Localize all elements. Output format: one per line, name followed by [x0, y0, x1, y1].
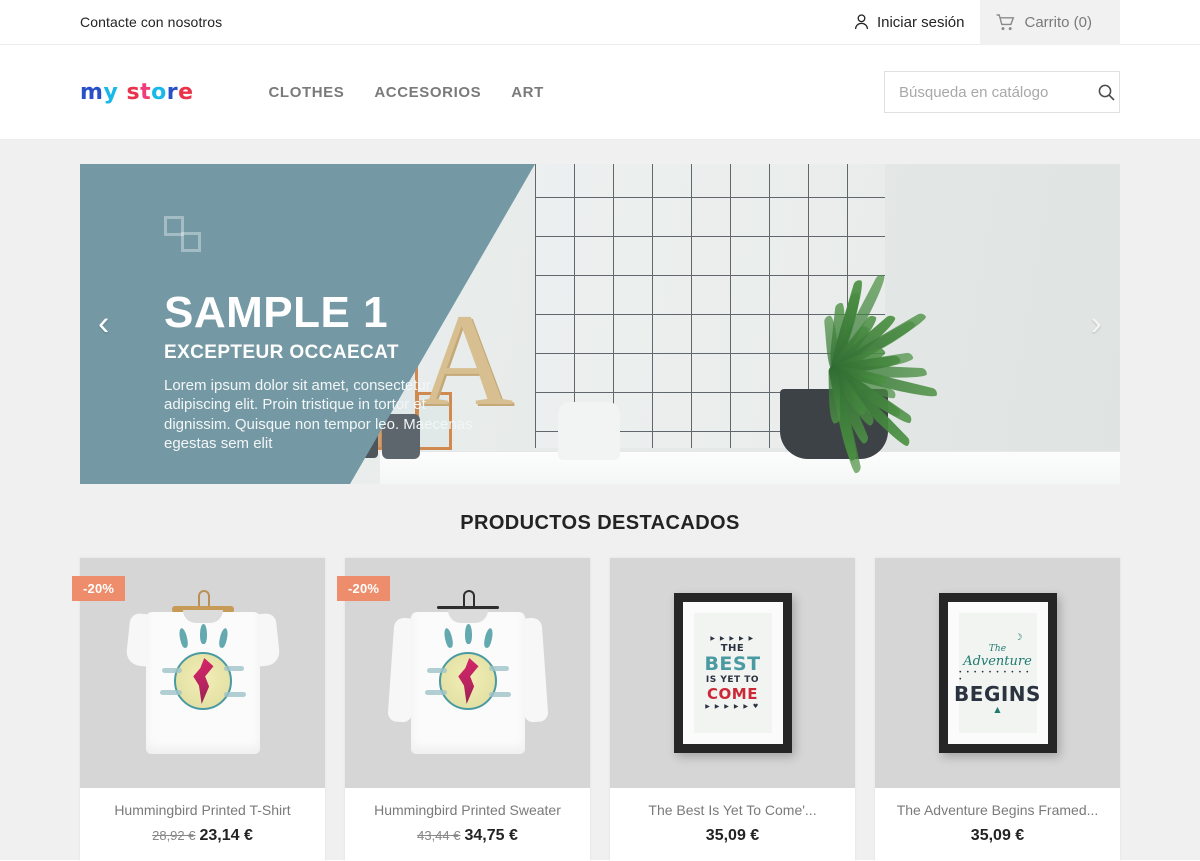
user-icon — [854, 14, 869, 30]
cloud-shape — [488, 692, 511, 697]
feather-icon — [464, 624, 472, 644]
cloud-shape — [488, 666, 509, 671]
discount-badge: -20% — [337, 576, 391, 601]
tshirt-collar — [182, 610, 223, 623]
cart-button[interactable]: Carrito (0) — [980, 0, 1120, 45]
cloud-shape — [223, 666, 244, 671]
hero-carousel[interactable]: A SAMPLE 1 EXCEPTEUR OCCAECAT Lorem ipsu… — [80, 164, 1120, 484]
photo-palm-plant — [740, 234, 940, 475]
chevron-left-icon[interactable]: ‹ — [98, 305, 109, 344]
poster-line-the: The — [988, 643, 1007, 654]
poster-dots: • • • • • • • • • • • — [958, 668, 1031, 683]
poster-line-is-yet-to: IS YET TO — [705, 675, 760, 686]
sign-in-label: Iniciar sesión — [876, 13, 965, 31]
slide-caption: SAMPLE 1 EXCEPTEUR OCCAECAT Lorem ipsum … — [164, 216, 494, 453]
product-card[interactable]: ▶ ▶ ▶ ▶ ▶ THE BEST IS YET TO COME ▶ ▶ ▶ … — [610, 558, 855, 861]
nav-item-accesorios[interactable]: ACCESORIOS — [374, 84, 481, 101]
contact-link[interactable]: Contacte con nosotros — [80, 14, 222, 30]
tent-icon: ▲ — [994, 704, 1001, 714]
poster-adventure-begins: ☽ The Adventure • • • • • • • • • • • BE… — [954, 613, 1040, 733]
frame-mat: ▶ ▶ ▶ ▶ ▶ THE BEST IS YET TO COME ▶ ▶ ▶ … — [682, 602, 783, 744]
sign-in-button[interactable]: Iniciar sesión — [842, 0, 981, 45]
sweater-collar — [447, 610, 488, 623]
product-old-price: 43,44 € — [417, 828, 461, 843]
frame-mat: ☽ The Adventure • • • • • • • • • • • BE… — [947, 602, 1048, 744]
poster-best-is-yet-to-come: ▶ ▶ ▶ ▶ ▶ THE BEST IS YET TO COME ▶ ▶ ▶ … — [693, 613, 772, 733]
product-info: The Best Is Yet To Come'... 35,09 € — [610, 788, 855, 861]
shopping-cart-icon — [996, 13, 1015, 31]
product-current-price: 35,09 € — [970, 827, 1025, 844]
photo-vase — [558, 402, 620, 460]
main-navigation: CLOTHES ACCESORIOS ART — [269, 84, 544, 101]
product-image[interactable]: ☽ The Adventure • • • • • • • • • • • BE… — [875, 558, 1120, 788]
poster-line-begins: BEGINS — [954, 681, 1041, 706]
product-price: 35,09 € — [620, 827, 845, 845]
discount-badge: -20% — [72, 576, 126, 601]
slide-subtitle: EXCEPTEUR OCCAECAT — [164, 342, 399, 364]
product-card[interactable]: ☽ The Adventure • • • • • • • • • • • BE… — [875, 558, 1120, 861]
product-card[interactable]: -20% — [337, 558, 590, 861]
product-name[interactable]: The Adventure Begins Framed... — [885, 802, 1110, 818]
tshirt-hummingbird-art — [124, 588, 281, 758]
logo-letter: m — [80, 79, 104, 105]
poster-line-come: COME — [707, 685, 758, 704]
sweater-hummingbird-art — [386, 588, 549, 758]
top-bar: Contacte con nosotros Iniciar sesión Car… — [0, 0, 1200, 45]
product-name[interactable]: Hummingbird Printed Sweater — [355, 802, 580, 818]
store-logo[interactable]: my store — [80, 80, 194, 105]
product-price: 35,09 € — [885, 827, 1110, 845]
page-content: A SAMPLE 1 EXCEPTEUR OCCAECAT Lorem ipsu… — [0, 140, 1200, 861]
product-name[interactable]: The Best Is Yet To Come'... — [620, 802, 845, 818]
search-input[interactable] — [899, 83, 1098, 101]
hanger-bar — [436, 606, 499, 609]
product-current-price: 23,14 € — [199, 827, 253, 844]
moon-icon: ☽ — [1014, 632, 1023, 643]
nav-item-art[interactable]: ART — [511, 84, 544, 101]
product-card[interactable]: -20% — [72, 558, 325, 861]
cloud-shape — [161, 668, 182, 673]
picture-frame: ▶ ▶ ▶ ▶ ▶ THE BEST IS YET TO COME ▶ ▶ ▶ … — [673, 593, 792, 753]
product-info: Hummingbird Printed T-Shirt 28,92 €23,14… — [80, 788, 325, 861]
product-name[interactable]: Hummingbird Printed T-Shirt — [90, 802, 315, 818]
product-price: 43,44 €34,75 € — [355, 827, 580, 845]
cloud-shape — [426, 668, 447, 673]
logo-letter: e — [178, 79, 194, 105]
logo-letter: t — [140, 79, 152, 105]
slide-title: SAMPLE 1 — [164, 288, 389, 337]
product-old-price: 28,92 € — [152, 828, 196, 843]
picture-frame: ☽ The Adventure • • • • • • • • • • • BE… — [938, 593, 1057, 753]
cloud-shape — [159, 690, 182, 695]
featured-products-grid: -20% Hummingbird Printed T-Shirt 28,92 €… — [72, 558, 1120, 861]
chevron-right-icon[interactable]: › — [1091, 305, 1102, 344]
logo-letter: r — [166, 79, 179, 105]
search-box[interactable] — [884, 71, 1120, 113]
logo-letter: o — [151, 79, 167, 105]
cloud-shape — [223, 692, 246, 697]
product-current-price: 34,75 € — [464, 827, 518, 844]
feather-icon — [199, 624, 207, 644]
poster-line-best: BEST — [704, 653, 761, 676]
product-info: Hummingbird Printed Sweater 43,44 €34,75… — [345, 788, 590, 861]
squares-placeholder-icon — [164, 216, 204, 252]
cloud-shape — [424, 690, 447, 695]
product-price: 28,92 €23,14 € — [90, 827, 315, 845]
photo-counter — [380, 452, 1120, 484]
product-image[interactable]: ▶ ▶ ▶ ▶ ▶ THE BEST IS YET TO COME ▶ ▶ ▶ … — [610, 558, 855, 788]
logo-letter — [118, 80, 126, 105]
logo-letter: y — [103, 79, 119, 105]
featured-section-title: PRODUCTOS DESTACADOS — [460, 512, 740, 534]
poster-line-adventure: Adventure — [963, 653, 1032, 669]
top-bar-right: Iniciar sesión Carrito (0) — [842, 0, 1200, 45]
poster-top-arrows: ▶ ▶ ▶ ▶ ▶ — [710, 635, 755, 643]
cart-label: Carrito (0) — [1024, 13, 1092, 31]
logo-letter: s — [126, 79, 141, 105]
product-info: The Adventure Begins Framed... 35,09 € — [875, 788, 1120, 861]
poster-bottom-arrows: ▶ ▶ ▶ ▶ ▶ ♥ — [705, 702, 760, 710]
search-icon[interactable] — [1098, 84, 1115, 101]
site-header: my store CLOTHES ACCESORIOS ART — [0, 45, 1200, 140]
slide-description: Lorem ipsum dolor sit amet, consectetur … — [164, 377, 473, 452]
product-current-price: 35,09 € — [705, 827, 760, 844]
nav-item-clothes[interactable]: CLOTHES — [269, 84, 345, 101]
